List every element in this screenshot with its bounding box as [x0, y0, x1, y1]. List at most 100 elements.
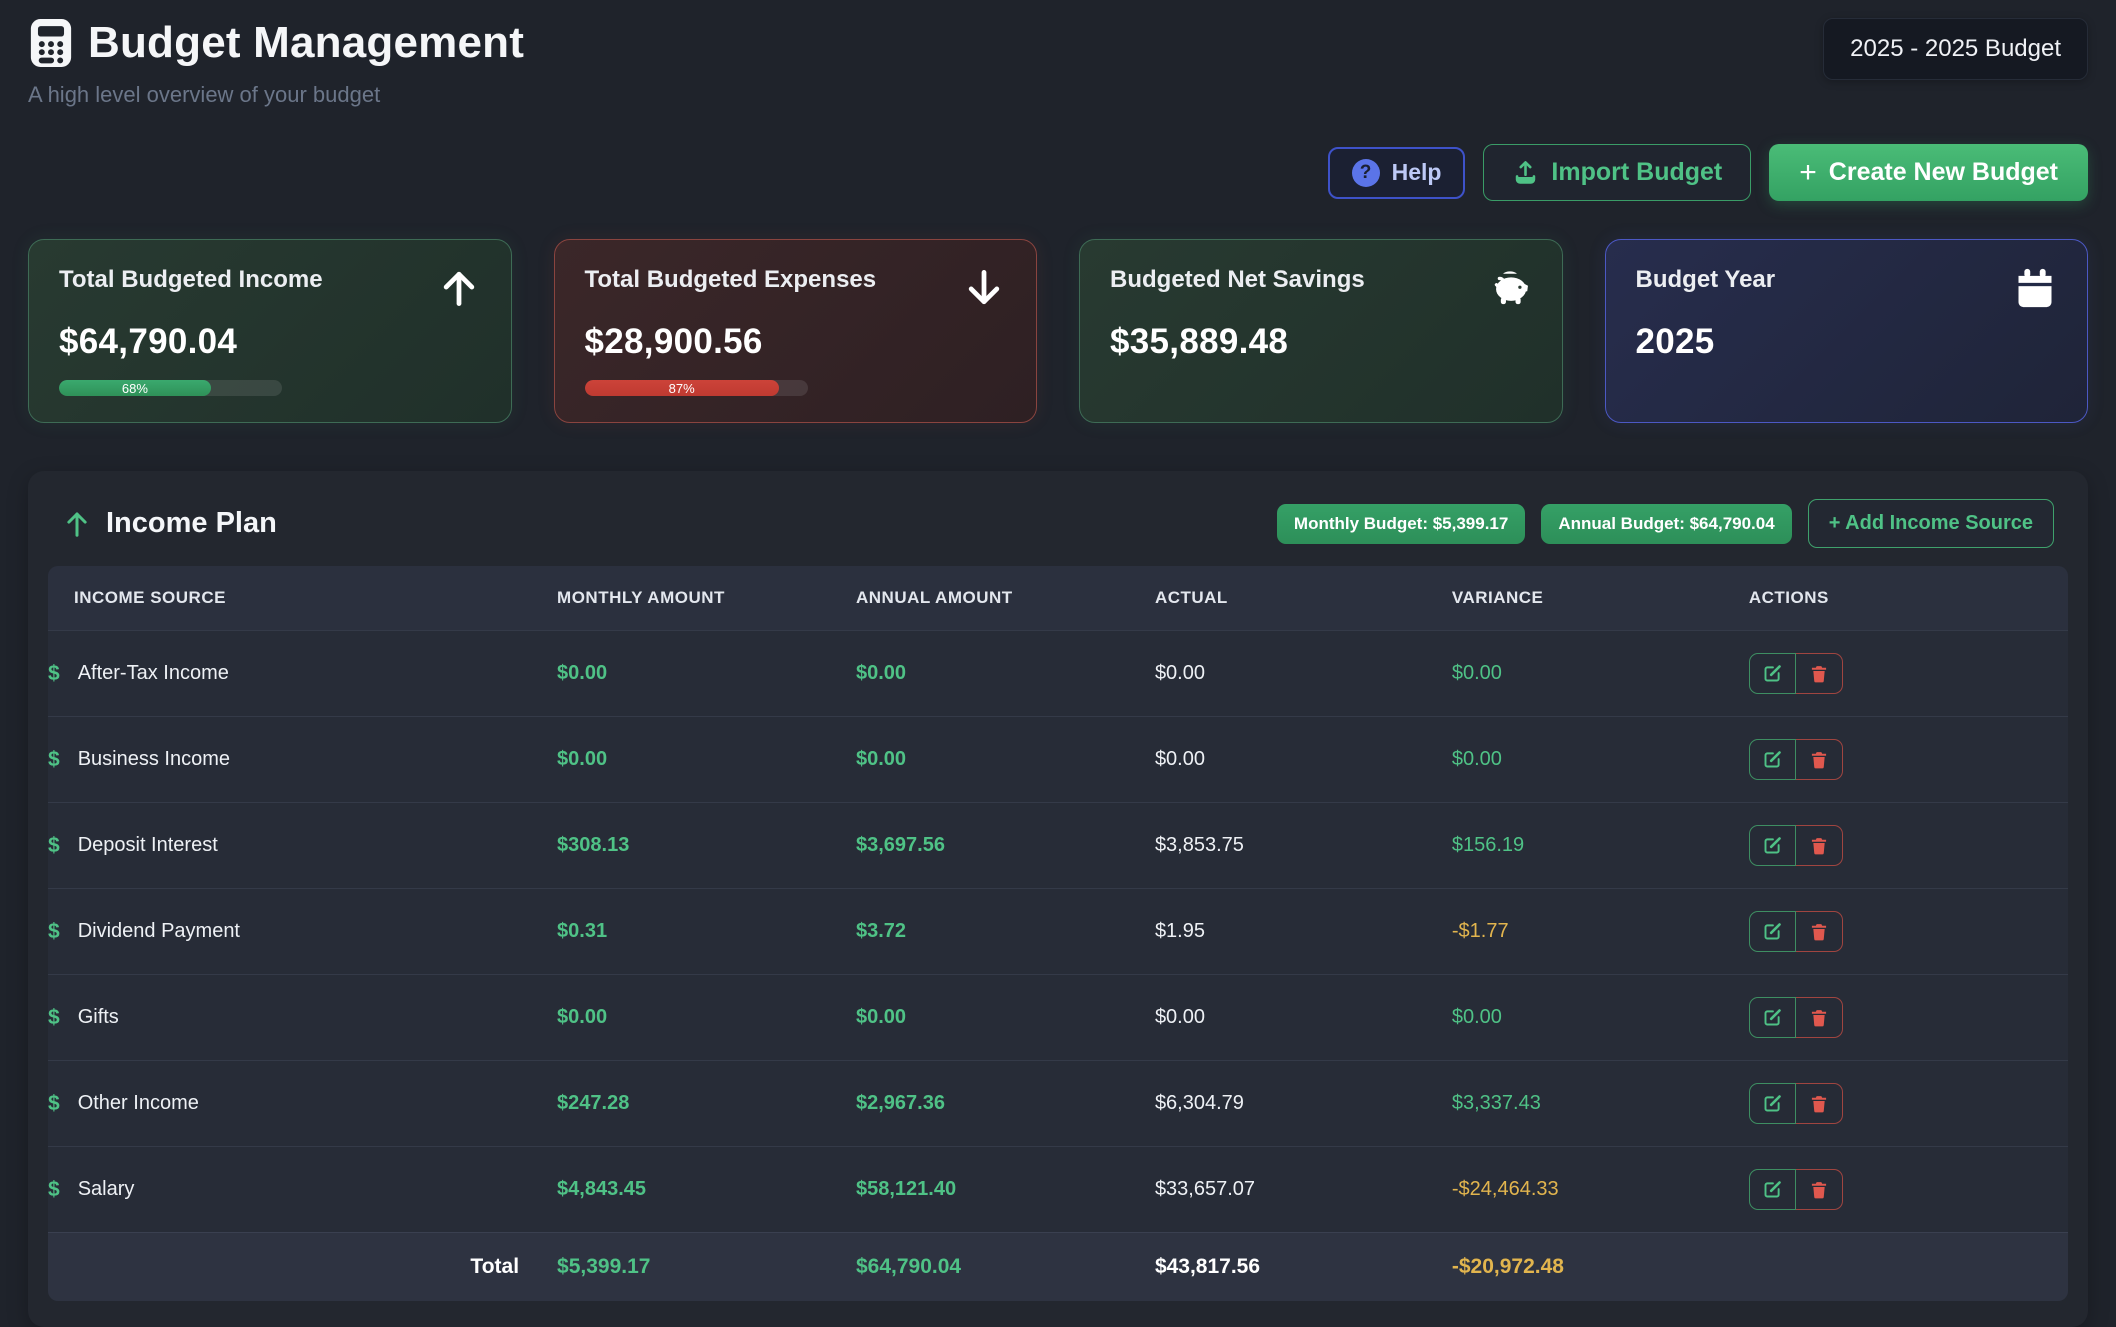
monthly-budget-badge: Monthly Budget: $5,399.17: [1277, 504, 1525, 544]
page-title: Budget Management: [88, 18, 524, 68]
stat-card-total-income: Total Budgeted Income $64,790.04 68%: [28, 239, 512, 423]
delete-button[interactable]: [1796, 825, 1843, 866]
variance-cell: $0.00: [1452, 984, 1749, 1051]
income-table-header: Income Source Monthly Amount Annual Amou…: [48, 566, 2068, 630]
total-variance: -$20,972.48: [1452, 1233, 1749, 1301]
header-left: Budget Management A high level overview …: [28, 18, 524, 108]
actual-amount-cell: $33,657.07: [1155, 1156, 1452, 1223]
income-up-arrow-icon: [62, 509, 92, 539]
stat-value: $64,790.04: [59, 322, 481, 362]
create-new-budget-button[interactable]: + Create New Budget: [1769, 144, 2088, 201]
table-row: $ Business Income $0.00 $0.00 $0.00 $0.0…: [48, 716, 2068, 802]
column-header-variance: Variance: [1452, 566, 1749, 630]
trash-icon: [1809, 1180, 1829, 1200]
edit-button[interactable]: [1749, 825, 1796, 866]
delete-button[interactable]: [1796, 997, 1843, 1038]
stat-label: Budget Year: [1636, 266, 1776, 294]
budget-selector[interactable]: 2025 - 2025 Budget: [1823, 18, 2088, 80]
toolbar: ? Help Import Budget + Create New Budget: [28, 144, 2088, 201]
dollar-icon: $: [48, 1178, 60, 1202]
annual-amount-cell: $0.00: [856, 984, 1155, 1051]
arrow-up-icon: [437, 266, 481, 310]
table-row: $ Other Income $247.28 $2,967.36 $6,304.…: [48, 1060, 2068, 1146]
table-row: $ Deposit Interest $308.13 $3,697.56 $3,…: [48, 802, 2068, 888]
annual-amount-cell: $58,121.40: [856, 1156, 1155, 1223]
income-table: Income Source Monthly Amount Annual Amou…: [48, 566, 2068, 1301]
edit-pencil-icon: [1762, 1179, 1783, 1200]
delete-button[interactable]: [1796, 653, 1843, 694]
trash-icon: [1809, 1008, 1829, 1028]
edit-pencil-icon: [1762, 1093, 1783, 1114]
help-button[interactable]: ? Help: [1328, 147, 1466, 199]
total-actual: $43,817.56: [1155, 1233, 1452, 1301]
stat-card-budget-year: Budget Year 2025: [1605, 239, 2089, 423]
column-header-monthly: Monthly Amount: [557, 566, 856, 630]
income-source-name: After-Tax Income: [78, 662, 229, 685]
calculator-icon: [28, 18, 74, 68]
delete-button[interactable]: [1796, 739, 1843, 780]
income-source-name: Dividend Payment: [78, 920, 240, 943]
edit-pencil-icon: [1762, 835, 1783, 856]
piggy-bank-icon: [1488, 266, 1532, 310]
variance-cell: $0.00: [1452, 726, 1749, 793]
stat-label: Budgeted Net Savings: [1110, 266, 1365, 294]
monthly-amount-cell: $0.00: [557, 984, 856, 1051]
edit-button[interactable]: [1749, 1169, 1796, 1210]
row-action-group: [1749, 1169, 1843, 1210]
table-row: $ Dividend Payment $0.31 $3.72 $1.95 -$1…: [48, 888, 2068, 974]
annual-amount-cell: $0.00: [856, 726, 1155, 793]
actual-amount-cell: $0.00: [1155, 984, 1452, 1051]
edit-button[interactable]: [1749, 911, 1796, 952]
stat-value: $28,900.56: [585, 322, 1007, 362]
edit-button[interactable]: [1749, 653, 1796, 694]
edit-button[interactable]: [1749, 1083, 1796, 1124]
column-header-actions: Actions: [1749, 566, 2068, 630]
income-source-name: Deposit Interest: [78, 834, 218, 857]
dollar-icon: $: [48, 1006, 60, 1030]
expense-progress-bar: 87%: [585, 380, 808, 396]
row-action-group: [1749, 997, 1843, 1038]
stat-value: 2025: [1636, 322, 2058, 362]
trash-icon: [1809, 836, 1829, 856]
monthly-amount-cell: $4,843.45: [557, 1156, 856, 1223]
dollar-icon: $: [48, 834, 60, 858]
actual-amount-cell: $1.95: [1155, 898, 1452, 965]
delete-button[interactable]: [1796, 1083, 1843, 1124]
variance-cell: -$24,464.33: [1452, 1156, 1749, 1223]
income-source-name: Business Income: [78, 748, 230, 771]
annual-amount-cell: $2,967.36: [856, 1070, 1155, 1137]
page-subtitle: A high level overview of your budget: [28, 82, 524, 108]
arrow-down-icon: [962, 266, 1006, 310]
delete-button[interactable]: [1796, 911, 1843, 952]
column-header-annual: Annual Amount: [856, 566, 1155, 630]
dollar-icon: $: [48, 1092, 60, 1116]
delete-button[interactable]: [1796, 1169, 1843, 1210]
variance-cell: $0.00: [1452, 640, 1749, 707]
annual-budget-badge: Annual Budget: $64,790.04: [1541, 504, 1791, 544]
import-budget-button[interactable]: Import Budget: [1483, 144, 1751, 201]
edit-pencil-icon: [1762, 1007, 1783, 1028]
column-header-actual: Actual: [1155, 566, 1452, 630]
stat-label: Total Budgeted Income: [59, 266, 323, 294]
edit-button[interactable]: [1749, 997, 1796, 1038]
total-label: Total: [48, 1233, 557, 1301]
income-plan-section: Income Plan Monthly Budget: $5,399.17 An…: [28, 471, 2088, 1327]
progress-percent-label: 68%: [122, 381, 148, 396]
edit-pencil-icon: [1762, 663, 1783, 684]
row-action-group: [1749, 911, 1843, 952]
page-header: Budget Management A high level overview …: [28, 18, 2088, 108]
annual-amount-cell: $3,697.56: [856, 812, 1155, 879]
edit-pencil-icon: [1762, 921, 1783, 942]
add-income-source-button[interactable]: + Add Income Source: [1808, 499, 2054, 548]
trash-icon: [1809, 922, 1829, 942]
column-header-source: Income Source: [48, 566, 557, 630]
trash-icon: [1809, 664, 1829, 684]
edit-button[interactable]: [1749, 739, 1796, 780]
monthly-amount-cell: $0.00: [557, 726, 856, 793]
create-new-budget-label: Create New Budget: [1829, 158, 2058, 187]
variance-cell: $3,337.43: [1452, 1070, 1749, 1137]
income-source-name: Other Income: [78, 1092, 199, 1115]
stat-card-total-expenses: Total Budgeted Expenses $28,900.56 87%: [554, 239, 1038, 423]
actual-amount-cell: $6,304.79: [1155, 1070, 1452, 1137]
annual-amount-cell: $0.00: [856, 640, 1155, 707]
